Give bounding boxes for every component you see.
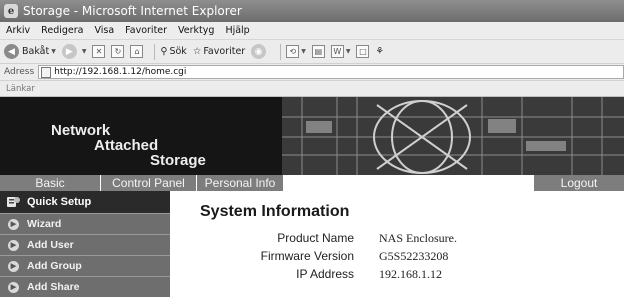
info-row-ip-address: IP Address 192.168.1.12	[170, 267, 624, 284]
sidebar-item-add-user[interactable]: ▶ Add User	[0, 234, 170, 255]
menu-redigera[interactable]: Redigera	[41, 25, 83, 36]
logo-line-1: Network	[51, 122, 111, 139]
toolbar-separator	[280, 43, 282, 60]
links-label[interactable]: Länkar	[6, 84, 35, 94]
ie-icon: e	[4, 4, 18, 18]
address-input[interactable]: http://192.168.1.12/home.cgi	[38, 65, 624, 79]
chevron-down-icon: ▼	[51, 48, 56, 55]
home-button[interactable]: ⌂	[130, 45, 144, 58]
edit-button[interactable]: W ▼	[330, 45, 351, 58]
site-banner: Network Attached Storage	[0, 97, 624, 175]
menu-verktyg[interactable]: Verktyg	[178, 25, 214, 36]
menu-arkiv[interactable]: Arkiv	[6, 25, 30, 36]
info-row-firmware-version: Firmware Version G5S52233208	[170, 249, 624, 266]
sidebar-item-add-group[interactable]: ▶ Add Group	[0, 255, 170, 276]
window-title: Storage - Microsoft Internet Explorer	[23, 4, 242, 18]
discuss-icon: □	[356, 45, 370, 58]
chevron-down-icon: ▼	[81, 48, 87, 55]
menu-favoriter[interactable]: Favoriter	[125, 25, 167, 36]
info-value: NAS Enclosure.	[379, 231, 457, 245]
stop-button[interactable]: ✕	[92, 45, 106, 58]
sidebar-item-label: Add Group	[27, 260, 82, 272]
menu-hjalp[interactable]: Hjälp	[225, 25, 249, 36]
history-button[interactable]: ⟲ ▼	[286, 45, 306, 58]
search-label: Sök	[169, 46, 187, 57]
refresh-icon: ↻	[111, 45, 125, 58]
discuss-button[interactable]: □	[356, 45, 370, 58]
info-label: Firmware Version	[260, 249, 354, 263]
media-button[interactable]: ◉	[251, 44, 269, 59]
address-bar: Adress http://192.168.1.12/home.cgi	[0, 64, 624, 81]
info-label: Product Name	[277, 231, 354, 245]
tab-control-panel[interactable]: Control Panel	[101, 175, 196, 191]
arrow-right-icon: ▶	[8, 239, 19, 251]
info-value: 192.168.1.12	[379, 267, 442, 281]
menu-visa[interactable]: Visa	[94, 25, 114, 36]
logout-button[interactable]: Logout	[534, 175, 624, 191]
home-icon: ⌂	[130, 45, 144, 58]
edit-icon: W	[330, 45, 344, 58]
page-icon	[41, 66, 52, 78]
chevron-down-icon: ▼	[345, 48, 351, 55]
tab-personal-info[interactable]: Personal Info	[197, 175, 283, 191]
back-button[interactable]: ◀ Bakåt ▼	[4, 44, 56, 59]
tab-personal-info-label: Personal Info	[204, 176, 276, 190]
arrow-right-icon: ▶	[8, 281, 19, 293]
arrow-right-icon: ▶	[8, 218, 19, 230]
sidebar-header-label: Quick Setup	[27, 196, 92, 208]
back-label: Bakåt	[22, 46, 50, 57]
sidebar-item-add-share[interactable]: ▶ Add Share	[0, 276, 170, 297]
sidebar-item-wizard[interactable]: ▶ Wizard	[0, 213, 170, 234]
info-value: G5S52233208	[379, 249, 449, 263]
logout-label: Logout	[560, 176, 598, 190]
sidebar: Quick Setup ▶ Wizard ▶ Add User ▶ Add Gr…	[0, 191, 170, 298]
info-row-product-name: Product Name NAS Enclosure.	[170, 231, 624, 248]
history-icon: ⟲	[286, 45, 300, 58]
sidebar-header-quick-setup[interactable]: Quick Setup	[0, 191, 170, 213]
forward-button[interactable]: ▶ ▼	[61, 44, 87, 59]
print-icon: ▤	[311, 45, 325, 58]
site-logo: Network Attached Storage	[0, 97, 282, 175]
sidebar-item-label: Add User	[27, 239, 74, 251]
toolbar-separator	[154, 43, 156, 60]
main-content: System Information Product Name NAS Encl…	[170, 191, 624, 298]
banner-graphic	[282, 97, 624, 175]
tab-control-panel-label: Control Panel	[112, 176, 185, 190]
refresh-button[interactable]: ↻	[111, 45, 125, 58]
window-titlebar: e Storage - Microsoft Internet Explorer	[0, 0, 624, 22]
print-button[interactable]: ▤	[311, 45, 325, 58]
tab-basic-label: Basic	[35, 176, 65, 190]
address-url: http://192.168.1.12/home.cgi	[54, 67, 187, 77]
search-button[interactable]: ⚲ Sök	[160, 46, 186, 57]
search-icon: ⚲	[160, 46, 168, 57]
forward-arrow-icon: ▶	[61, 44, 77, 59]
nav-tabs: Basic Control Panel Personal Info Logout	[0, 175, 624, 191]
stop-icon: ✕	[92, 45, 106, 58]
page-title: System Information	[200, 203, 350, 220]
favorites-button[interactable]: ☆ Favoriter	[193, 46, 245, 57]
sidebar-item-label: Add Share	[27, 281, 80, 293]
messenger-button[interactable]: ⚘	[375, 46, 384, 57]
favorites-label: Favoriter	[203, 46, 246, 57]
quick-setup-icon	[7, 197, 20, 207]
media-icon: ◉	[251, 44, 267, 59]
info-label: IP Address	[296, 267, 354, 281]
arrow-right-icon: ▶	[8, 260, 19, 272]
menu-bar: Arkiv Redigera Visa Favoriter Verktyg Hj…	[0, 22, 624, 40]
star-icon: ☆	[192, 46, 202, 57]
toolbar: ◀ Bakåt ▼ ▶ ▼ ✕ ↻ ⌂ ⚲ Sök ☆ Favoriter ◉ …	[0, 40, 624, 64]
chevron-down-icon: ▼	[301, 48, 306, 55]
logo-line-2: Attached	[94, 137, 159, 154]
back-arrow-icon: ◀	[4, 44, 19, 59]
links-bar: Länkar	[0, 81, 624, 97]
sidebar-item-label: Wizard	[27, 218, 62, 230]
address-label: Adress	[4, 67, 35, 77]
tab-basic[interactable]: Basic	[0, 175, 100, 191]
logo-line-3: Storage	[150, 152, 206, 169]
messenger-icon: ⚘	[375, 46, 384, 57]
